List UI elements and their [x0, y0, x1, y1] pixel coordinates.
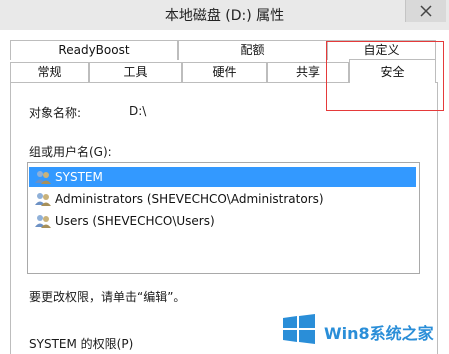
list-item-label: Users (SHEVECHCO\Users) — [55, 214, 215, 228]
users-group-icon — [35, 215, 51, 228]
users-group-icon — [35, 171, 51, 184]
group-user-list[interactable]: SYSTEM Administrators (SHEVECHCO\Adminis… — [27, 162, 420, 274]
users-group-icon — [35, 193, 51, 206]
windows-logo-icon — [283, 314, 315, 344]
tab-hardware[interactable]: 硬件 — [182, 62, 267, 82]
list-item[interactable]: Administrators (SHEVECHCO\Administrators… — [29, 189, 324, 209]
close-icon — [420, 5, 432, 17]
title-bar: 本地磁盘 (D:) 属性 — [0, 0, 449, 30]
tab-tools[interactable]: 工具 — [89, 62, 182, 82]
watermark-text: Win8系统之家 — [324, 324, 434, 343]
list-item[interactable]: SYSTEM — [29, 167, 416, 187]
watermark: Win8系统之家 — [282, 310, 449, 350]
window-title: 本地磁盘 (D:) 属性 — [164, 8, 285, 24]
object-name-label: 对象名称: — [29, 106, 82, 120]
highlight-box — [326, 41, 444, 111]
permissions-label: SYSTEM 的权限(P) — [29, 337, 134, 351]
close-button[interactable] — [405, 0, 446, 22]
groups-label: 组或用户名(G): — [29, 145, 112, 159]
list-item-label: SYSTEM — [55, 170, 103, 184]
object-name-value: D:\ — [129, 104, 147, 118]
edit-hint: 要更改权限，请单击“编辑”。 — [29, 290, 186, 304]
list-item-label: Administrators (SHEVECHCO\Administrators… — [55, 192, 324, 206]
list-item[interactable]: Users (SHEVECHCO\Users) — [29, 211, 215, 231]
tab-quota[interactable]: 配额 — [178, 40, 327, 60]
tab-general[interactable]: 常规 — [10, 62, 89, 82]
tab-readyboost[interactable]: ReadyBoost — [10, 40, 178, 60]
